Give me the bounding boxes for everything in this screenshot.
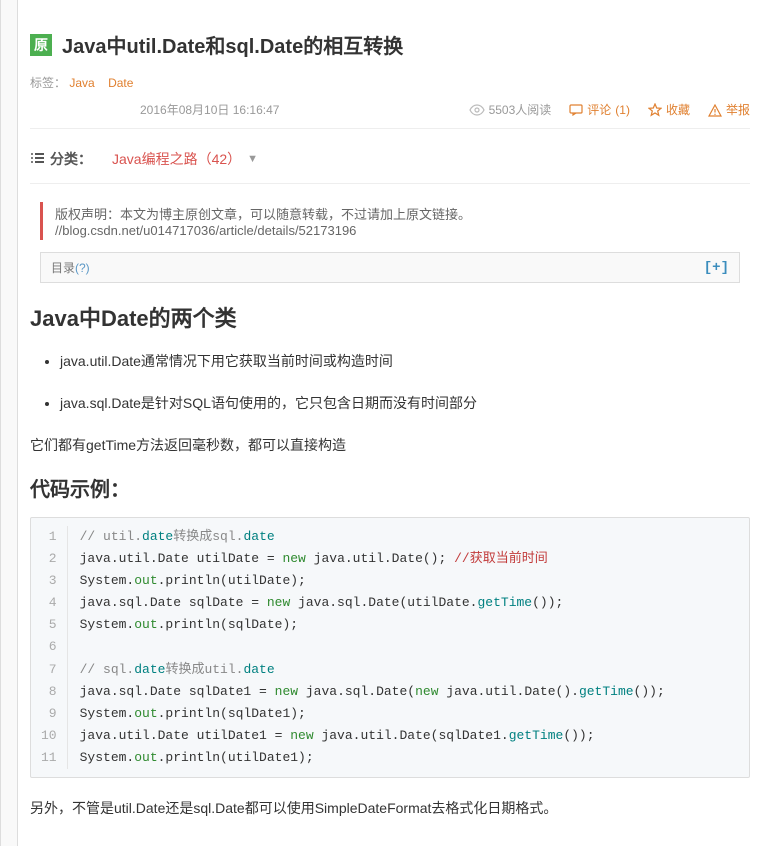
line-number: 4 (41, 592, 57, 614)
line-number: 7 (41, 659, 57, 681)
original-badge: 原 (30, 34, 52, 56)
article-body: Java中Date的两个类 java.util.Date通常情况下用它获取当前时… (30, 301, 750, 818)
category-link[interactable]: Java编程之路（42） (112, 149, 241, 169)
code-line: java.sql.Date sqlDate1 = new java.sql.Da… (80, 681, 739, 703)
category-row: 分类： Java编程之路（42） ▼ (30, 141, 750, 184)
code-lines: // util.date转换成sql.datejava.util.Date ut… (68, 526, 739, 769)
code-line: java.sql.Date sqlDate = new java.sql.Dat… (80, 592, 739, 614)
comment-icon (569, 103, 583, 117)
article-title: Java中util.Date和sql.Date的相互转换 (62, 30, 403, 59)
line-number: 9 (41, 703, 57, 725)
comments-label: 评论 (587, 101, 611, 118)
code-line: java.util.Date utilDate = new java.util.… (80, 548, 739, 570)
report-link[interactable]: 举报 (708, 101, 750, 118)
copyright-notice: 版权声明：本文为博主原创文章，可以随意转载，不过请加上原文链接。 //blog.… (40, 202, 740, 240)
tag-link[interactable]: Date (108, 76, 133, 90)
line-number: 2 (41, 548, 57, 570)
views-count: 5503人阅读 (489, 101, 552, 118)
line-number: 8 (41, 681, 57, 703)
views: 5503人阅读 (469, 101, 552, 118)
paragraph: 另外，不管是util.Date还是sql.Date都可以使用SimpleDate… (30, 798, 750, 818)
line-number: 6 (41, 636, 57, 658)
code-line: java.util.Date utilDate1 = new java.util… (80, 725, 739, 747)
comments-link[interactable]: 评论 (1) (569, 101, 630, 118)
toc-box[interactable]: 目录(?) [+] (40, 252, 740, 283)
favorite-link[interactable]: 收藏 (648, 101, 690, 118)
line-number: 5 (41, 614, 57, 636)
toc-expand[interactable]: [+] (704, 260, 729, 276)
code-line: System.out.println(utilDate1); (80, 747, 739, 769)
category-label: 分类： (30, 149, 92, 169)
comments-count: (1) (615, 103, 630, 117)
paragraph: 它们都有getTime方法返回毫秒数，都可以直接构造 (30, 435, 750, 455)
line-number: 11 (41, 747, 57, 769)
code-gutter: 1234567891011 (31, 526, 68, 769)
warn-icon (708, 102, 722, 116)
code-line: System.out.println(sqlDate1); (80, 703, 739, 725)
code-line: // sql.date转换成util.date (80, 659, 739, 681)
code-block: 1234567891011 // util.date转换成sql.datejav… (30, 517, 750, 778)
line-number: 3 (41, 570, 57, 592)
toc-label: 目录 (51, 259, 75, 276)
code-line: System.out.println(utilDate); (80, 570, 739, 592)
star-icon (648, 102, 662, 117)
title-row: 原 Java中util.Date和sql.Date的相互转换 (30, 30, 750, 59)
line-number: 10 (41, 725, 57, 747)
list-icon (30, 151, 44, 167)
tag-link[interactable]: Java (69, 76, 94, 90)
category-label-text: 分类： (50, 149, 92, 169)
tags-label: 标签： (30, 76, 66, 90)
bullet-list: java.util.Date通常情况下用它获取当前时间或构造时间 java.sq… (60, 351, 750, 413)
report-label: 举报 (726, 101, 750, 118)
section-heading: Java中Date的两个类 (30, 301, 750, 333)
line-number: 1 (41, 526, 57, 548)
publish-date: 2016年08月10日 16:16:47 (30, 101, 451, 118)
copyright-text: 版权声明：本文为博主原创文章，可以随意转载，不过请加上原文链接。 (55, 207, 471, 222)
eye-icon (469, 103, 485, 117)
list-item: java.util.Date通常情况下用它获取当前时间或构造时间 (60, 351, 750, 371)
code-line (80, 636, 739, 658)
list-item: java.sql.Date是针对SQL语句使用的，它只包含日期而没有时间部分 (60, 393, 750, 413)
copyright-url[interactable]: //blog.csdn.net/u014717036/article/detai… (55, 223, 356, 238)
favorite-label: 收藏 (666, 101, 690, 118)
code-line: // util.date转换成sql.date (80, 526, 739, 548)
section-heading: 代码示例： (30, 473, 750, 502)
meta-row: 2016年08月10日 16:16:47 5503人阅读 评论 (1) 收藏 (30, 101, 750, 129)
chevron-down-icon[interactable]: ▼ (247, 153, 258, 165)
tags-row: 标签： Java Date (30, 74, 750, 91)
toc-help[interactable]: (?) (75, 261, 90, 275)
code-line: System.out.println(sqlDate); (80, 614, 739, 636)
